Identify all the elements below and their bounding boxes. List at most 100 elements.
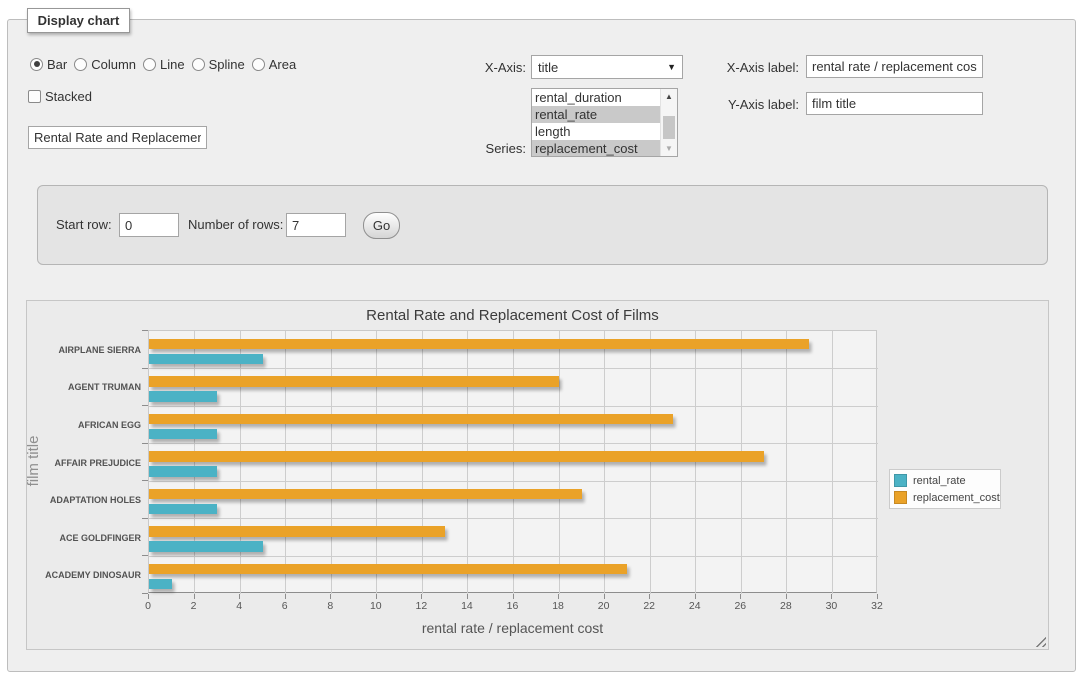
category-label: AGENT TRUMAN xyxy=(27,382,141,392)
bar-rental-rate-academy-dinosaur xyxy=(149,579,172,590)
y-tick-mark xyxy=(142,368,148,369)
radio-icon[interactable] xyxy=(30,58,43,71)
legend-swatch xyxy=(894,474,907,487)
gridline xyxy=(559,331,560,594)
x-axis-title: rental rate / replacement cost xyxy=(148,620,877,636)
bar-replacement-cost-african-egg xyxy=(149,414,673,425)
y-axis-label-input[interactable] xyxy=(806,92,983,115)
gridline xyxy=(194,331,195,594)
gridline xyxy=(240,331,241,594)
series-option-length[interactable]: length xyxy=(532,123,677,140)
x-tick-mark xyxy=(877,594,878,599)
x-axis-select-label: X-Axis: xyxy=(440,60,526,75)
x-tick-label: 24 xyxy=(680,600,710,612)
x-tick-label: 18 xyxy=(543,600,573,612)
radio-icon[interactable] xyxy=(74,58,87,71)
bar-replacement-cost-affair-prejudice xyxy=(149,451,764,462)
legend-swatch xyxy=(894,491,907,504)
chart-title: Rental Rate and Replacement Cost of Film… xyxy=(148,307,877,324)
stacked-checkbox[interactable] xyxy=(28,90,41,103)
y-tick-mark xyxy=(142,593,148,594)
start-row-label: Start row: xyxy=(56,217,112,232)
start-row-input[interactable] xyxy=(119,213,179,237)
x-tick-label: 28 xyxy=(771,600,801,612)
num-rows-label: Number of rows: xyxy=(188,217,283,232)
series-option-rental-rate[interactable]: rental_rate xyxy=(532,106,677,123)
x-tick-label: 8 xyxy=(315,600,345,612)
x-tick-mark xyxy=(285,594,286,599)
radio-icon[interactable] xyxy=(192,58,205,71)
gridline xyxy=(786,331,787,594)
x-axis-label-input[interactable] xyxy=(806,55,983,78)
legend-entry: replacement_cost xyxy=(894,489,996,506)
x-tick-label: 20 xyxy=(589,600,619,612)
x-axis-select[interactable]: title ▼ xyxy=(531,55,683,79)
x-tick-label: 16 xyxy=(498,600,528,612)
chart-type-option-label: Line xyxy=(160,57,185,72)
x-tick-mark xyxy=(513,594,514,599)
chart-type-option-label: Column xyxy=(91,57,136,72)
gridline xyxy=(149,406,878,407)
chart-type-option-label: Area xyxy=(269,57,296,72)
x-tick-mark xyxy=(740,594,741,599)
chart-type-option-line[interactable]: Line xyxy=(143,57,185,72)
gridline xyxy=(513,331,514,594)
x-tick-label: 30 xyxy=(816,600,846,612)
gridline xyxy=(604,331,605,594)
gridline xyxy=(149,481,878,482)
x-tick-mark xyxy=(831,594,832,599)
chart-title-input[interactable] xyxy=(28,126,207,149)
select-dropdown-arrow-icon: ▼ xyxy=(667,62,676,72)
category-label: AFFAIR PREJUDICE xyxy=(27,458,141,468)
bar-rental-rate-affair-prejudice xyxy=(149,466,217,477)
x-tick-mark xyxy=(467,594,468,599)
x-axis-label-caption: X-Axis label: xyxy=(690,60,799,75)
gridline xyxy=(741,331,742,594)
x-tick-mark xyxy=(148,594,149,599)
y-tick-mark xyxy=(142,480,148,481)
num-rows-input[interactable] xyxy=(286,213,346,237)
chart-type-option-spline[interactable]: Spline xyxy=(192,57,245,72)
bar-rental-rate-african-egg xyxy=(149,429,217,440)
chart-type-option-area[interactable]: Area xyxy=(252,57,296,72)
x-tick-label: 0 xyxy=(133,600,163,612)
fieldset-legend: Display chart xyxy=(27,8,130,33)
x-tick-mark xyxy=(649,594,650,599)
gridline xyxy=(695,331,696,594)
radio-icon[interactable] xyxy=(252,58,265,71)
radio-icon[interactable] xyxy=(143,58,156,71)
chart-type-option-column[interactable]: Column xyxy=(74,57,136,72)
series-list-scrollbar[interactable]: ▲ ▼ xyxy=(660,89,677,156)
chart-type-option-bar[interactable]: Bar xyxy=(30,57,67,72)
rows-panel: Start row: Number of rows: Go xyxy=(37,185,1048,265)
series-option-rental-duration[interactable]: rental_duration xyxy=(532,89,677,106)
x-tick-mark xyxy=(558,594,559,599)
y-tick-mark xyxy=(142,518,148,519)
go-button[interactable]: Go xyxy=(363,212,400,239)
x-tick-mark xyxy=(421,594,422,599)
x-tick-label: 12 xyxy=(406,600,436,612)
stacked-option[interactable]: Stacked xyxy=(28,89,92,104)
plot-area xyxy=(148,330,877,593)
scrollbar-up-icon[interactable]: ▲ xyxy=(661,89,677,104)
series-option-replacement-cost[interactable]: replacement_cost xyxy=(532,140,677,157)
bar-replacement-cost-ace-goldfinger xyxy=(149,526,445,537)
scrollbar-down-icon[interactable]: ▼ xyxy=(661,141,677,156)
stacked-label: Stacked xyxy=(45,89,92,104)
resize-handle-icon[interactable] xyxy=(1035,636,1046,647)
legend-label: replacement_cost xyxy=(913,492,1000,504)
gridline xyxy=(467,331,468,594)
x-tick-mark xyxy=(604,594,605,599)
gridline xyxy=(149,443,878,444)
series-listbox[interactable]: ▲ ▼ rental_durationrental_ratelengthrepl… xyxy=(531,88,678,157)
x-tick-mark xyxy=(376,594,377,599)
x-tick-mark xyxy=(330,594,331,599)
y-tick-mark xyxy=(142,405,148,406)
y-tick-mark xyxy=(142,443,148,444)
legend-entry: rental_rate xyxy=(894,472,996,489)
scrollbar-thumb[interactable] xyxy=(663,116,675,139)
x-tick-label: 32 xyxy=(862,600,892,612)
y-tick-mark xyxy=(142,555,148,556)
bar-rental-rate-adaptation-holes xyxy=(149,504,217,515)
bar-rental-rate-ace-goldfinger xyxy=(149,541,263,552)
